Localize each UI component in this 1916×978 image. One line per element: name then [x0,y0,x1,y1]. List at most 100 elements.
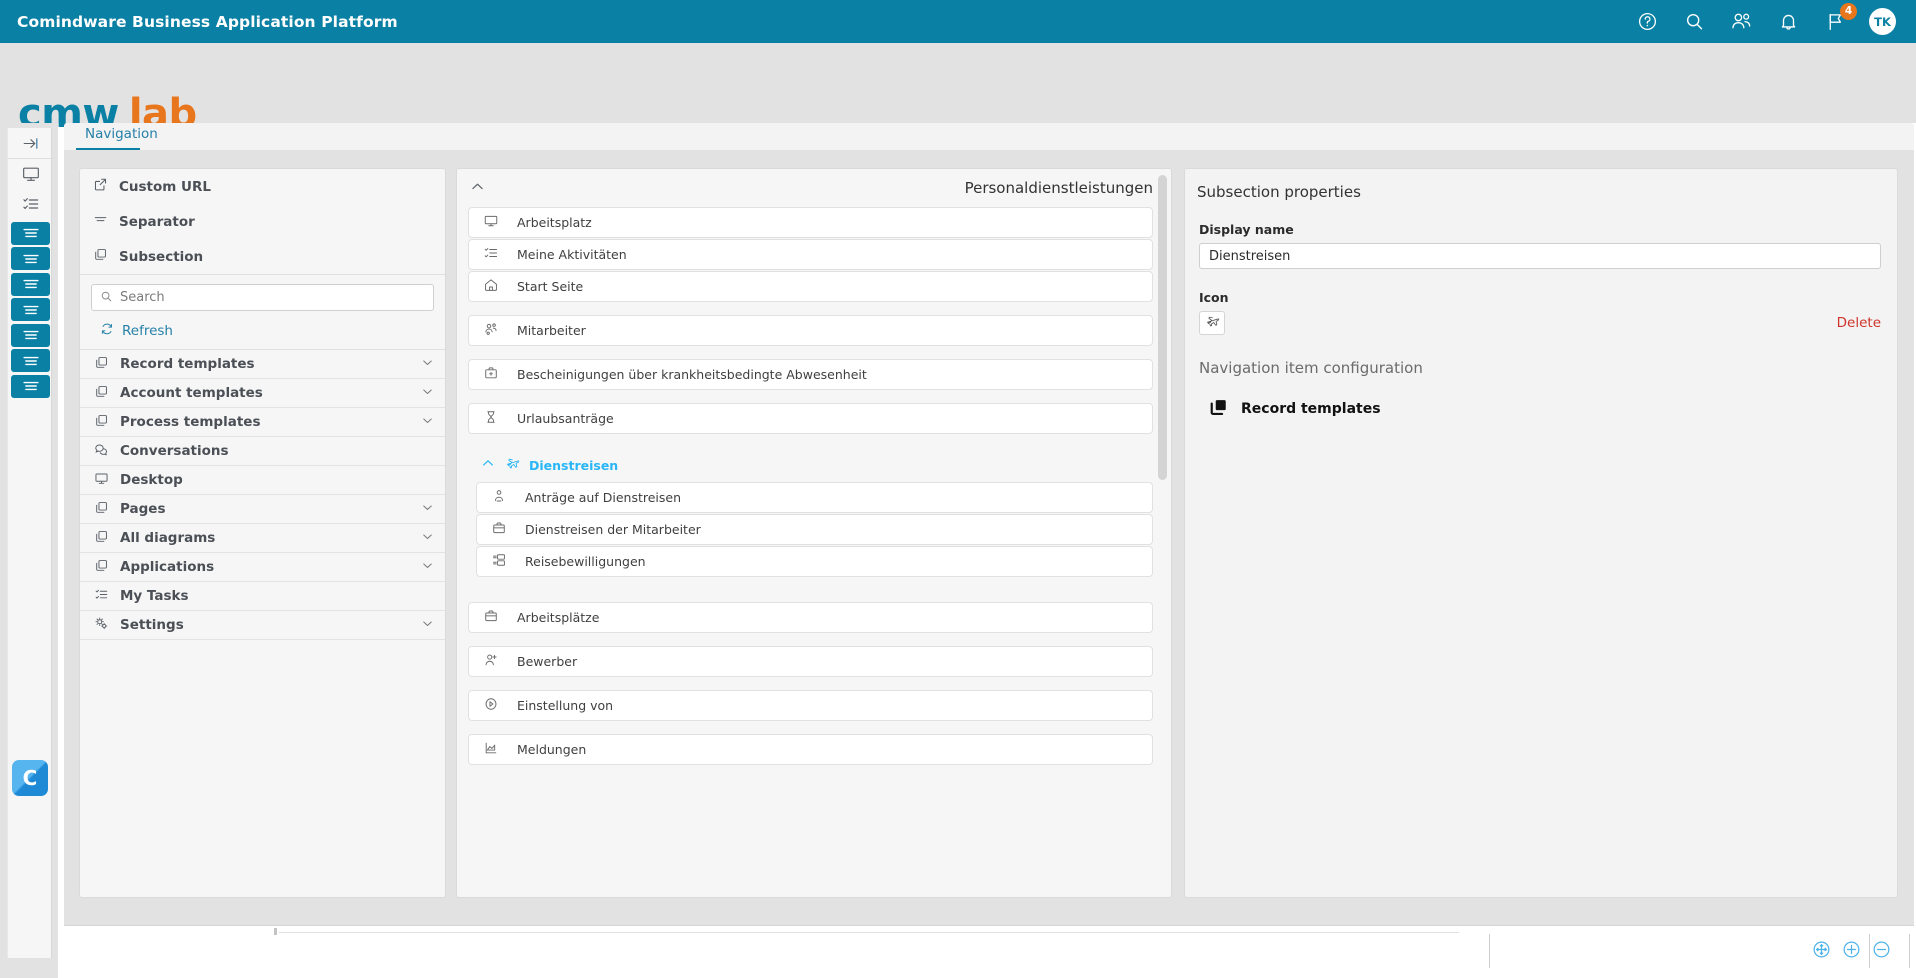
nav-row-settings[interactable]: Settings [80,611,445,640]
conversations-icon [94,442,109,461]
refresh-button[interactable]: Refresh [80,311,445,349]
chevron-up-icon[interactable] [469,178,486,199]
delete-button[interactable]: Delete [1837,315,1881,331]
preview-group-label: Dienstreisen [529,457,619,473]
airplane-icon [505,456,520,475]
display-name-field[interactable] [1199,243,1881,269]
search-input[interactable] [120,290,425,305]
chevron-down-icon[interactable] [420,413,435,432]
preview-item-arbeitsplatz[interactable]: Arbeitsplatz [468,207,1153,238]
zoom-out-icon[interactable] [1871,939,1892,960]
config-item-record-templates[interactable]: Record templates [1185,377,1897,421]
preview-item-meldungen[interactable]: Meldungen [468,734,1153,765]
preview-item-mitarbeiter[interactable]: Mitarbeiter [468,315,1153,346]
navigation-preview-scroll-area[interactable]: Arbeitsplatz Meine Aktivitäten Start Sei… [457,207,1171,897]
rail-menu-tile-6[interactable] [11,349,50,372]
icon-picker-button[interactable] [1199,311,1225,335]
preview-scrollbar-thumb[interactable] [1158,175,1167,480]
copy-icon [94,355,109,374]
hourglass-icon [483,409,499,429]
preview-item-urlaubsantraege[interactable]: Urlaubsanträge [468,403,1153,434]
navigation-item-list: Record templates Account templates Proce… [80,349,445,640]
preview-item-dienstreisen-der-mitarbeiter[interactable]: Dienstreisen der Mitarbeiter [476,514,1153,545]
preview-item-label: Bewerber [517,654,578,669]
copy-icon [94,558,109,577]
desktop-monitor-icon [94,471,109,490]
chevron-down-icon[interactable] [420,616,435,635]
rail-menu-tile-4[interactable] [11,298,50,321]
flag-icon[interactable]: 4 [1822,2,1857,35]
preview-item-bescheinigungen[interactable]: Bescheinigungen über krankheitsbedingte … [468,359,1153,390]
preview-item-label: Bescheinigungen über krankheitsbedingte … [517,367,867,382]
nav-row-desktop[interactable]: Desktop [80,466,445,495]
avatar[interactable]: TK [1869,8,1896,35]
nav-row-process-templates[interactable]: Process templates [80,408,445,437]
rail-menu-tile-3[interactable] [11,272,50,296]
nav-row-all-diagrams[interactable]: All diagrams [80,524,445,553]
preview-group-dienstreisen[interactable]: Dienstreisen [468,447,1153,482]
preview-item-bewerber[interactable]: Bewerber [468,646,1153,677]
chevron-down-icon[interactable] [420,558,435,577]
task-list-icon[interactable] [8,189,53,219]
rail-menu-tile-1[interactable] [11,221,50,245]
search-box[interactable] [91,284,434,311]
preview-separator [468,678,1153,690]
preview-item-reisebewilligungen[interactable]: Reisebewilligungen [476,546,1153,577]
people-icon[interactable] [1728,9,1754,35]
nav-row-label: My Tasks [120,588,189,604]
help-icon[interactable] [1634,9,1660,35]
notifications-bell-icon[interactable] [1775,9,1801,35]
nav-row-label: Settings [120,617,184,633]
chart-icon [483,740,499,760]
display-name-input[interactable] [1209,248,1871,264]
properties-panel-title: Subsection properties [1197,183,1361,201]
app-title: Comindware Business Application Platform [17,12,398,31]
bottom-bar-divider-3 [1909,934,1910,968]
preview-item-start-seite[interactable]: Start Seite [468,271,1153,302]
nav-row-my-tasks[interactable]: My Tasks [80,582,445,611]
zoom-in-icon[interactable] [1841,939,1862,960]
rail-menu-tile-5[interactable] [11,323,50,347]
bottom-scroll-marker[interactable] [274,928,277,935]
top-bar-actions: 4 TK [1634,2,1896,35]
chevron-down-icon[interactable] [420,384,435,403]
nav-row-applications[interactable]: Applications [80,553,445,582]
bottom-scroll-track[interactable] [279,932,1459,933]
expand-arrow-icon[interactable] [8,128,53,158]
chevron-down-icon[interactable] [420,355,435,374]
navigation-preview-header: Personaldienstleistungen [457,169,1171,207]
properties-panel: Subsection properties Display name Icon … [1184,168,1898,898]
preview-item-antraege-auf-dienstreisen[interactable]: Anträge auf Dienstreisen [476,482,1153,513]
palette-item-custom-url[interactable]: Custom URL [80,169,445,204]
nav-row-pages[interactable]: Pages [80,495,445,524]
nav-row-account-templates[interactable]: Account templates [80,379,445,408]
chevron-down-icon[interactable] [420,529,435,548]
rail-menu-tile-2[interactable] [11,247,50,270]
display-name-label: Display name [1199,222,1294,237]
desktop-monitor-icon[interactable] [8,159,53,189]
nav-row-label: Record templates [120,356,255,372]
preview-separator [468,578,1153,602]
tab-navigation-label: Navigation [85,126,158,142]
copy-icon [94,500,109,519]
airplane-icon [1205,314,1220,333]
search-icon[interactable] [1681,9,1707,35]
rail-menu-tile-7[interactable] [11,374,50,398]
nav-row-record-templates[interactable]: Record templates [80,350,445,379]
chevron-up-icon[interactable] [480,455,496,475]
nav-row-conversations[interactable]: Conversations [80,437,445,466]
fit-to-screen-icon[interactable] [1811,939,1832,960]
palette-item-separator[interactable]: Separator [80,204,445,239]
app-launcher-icon[interactable]: C [12,760,48,796]
medical-case-icon [483,365,499,385]
preview-separator [468,391,1153,403]
preview-item-label: Anträge auf Dienstreisen [525,490,682,505]
preview-item-meine-aktivitaeten[interactable]: Meine Aktivitäten [468,239,1153,270]
preview-separator [468,303,1153,315]
person-badge-icon [491,488,507,508]
preview-item-arbeitsplaetze[interactable]: Arbeitsplätze [468,602,1153,633]
external-link-icon [93,177,108,196]
palette-item-subsection[interactable]: Subsection [80,239,445,274]
chevron-down-icon[interactable] [420,500,435,519]
preview-item-einstellung-von[interactable]: Einstellung von [468,690,1153,721]
